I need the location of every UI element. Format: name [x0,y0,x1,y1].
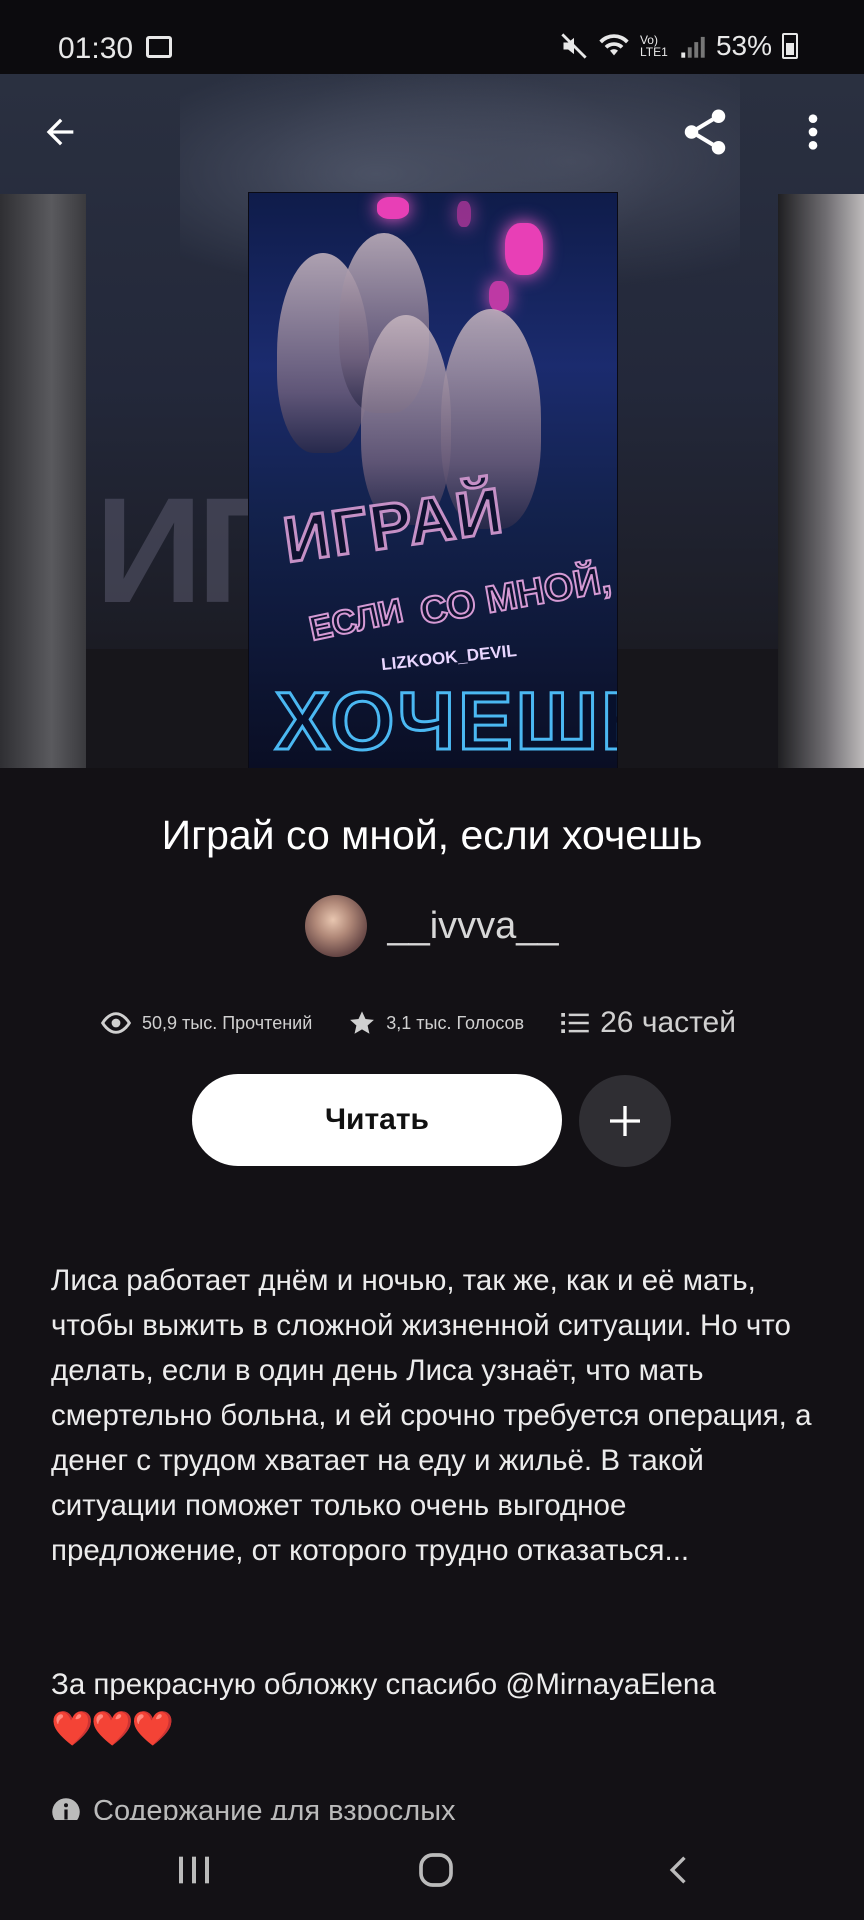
status-bar: 01:30 Vo) LTE1 53% [0,0,864,74]
home-button[interactable] [376,1820,496,1920]
cover-author-tag: LIZKOOK_DEVIL [380,640,518,675]
next-cover[interactable] [778,194,864,768]
reads-count: 50,9 тыс. Прочтений [142,1012,313,1033]
votes-count: 3,1 тыс. Голосов [386,1012,525,1033]
mute-icon [561,33,587,59]
recent-apps-icon [179,1856,209,1884]
cover-title-line: ИГРАЙ [278,472,510,577]
mature-content-text: Содержание для взрослых [93,1795,456,1821]
battery-icon [782,33,798,59]
parts-count[interactable]: 26 частей [600,1006,736,1040]
chevron-left-icon [669,1856,686,1884]
read-button[interactable]: Читать [192,1074,562,1166]
cover-title-line: СО МНОЙ, [416,558,615,635]
story-description: Лиса работает днём и ночью, так же, как … [51,1264,812,1567]
lantern-decoration [489,281,509,311]
wifi-icon [599,34,629,56]
mature-content-label: Содержание для взрослых [51,1795,456,1821]
story-title: Играй со мной, если хочешь [161,812,703,858]
system-back-button[interactable] [618,1820,738,1920]
author-name[interactable]: __ivvva__ [387,905,558,948]
info-icon [52,1797,80,1821]
home-icon [419,1853,453,1887]
gallery-notification-icon [146,36,172,58]
share-icon [684,109,726,155]
cover-carousel[interactable]: ИГ ИГРАЙ ЕСЛИ СО МНОЙ, LIZKOOK_DEVIL ХОЧ… [0,74,864,768]
eye-icon [100,1012,132,1034]
lantern-decoration [377,197,409,219]
cover-credit: За прекрасную обложку спасибо @MirnayaEl… [51,1662,821,1753]
star-icon [350,1011,375,1034]
list-icon [561,1013,589,1033]
story-cover[interactable]: ИГРАЙ ЕСЛИ СО МНОЙ, LIZKOOK_DEVIL ХОЧЕШЬ [248,192,618,768]
parts-stat[interactable]: 26 частей [560,1006,736,1040]
author-link[interactable]: __ivvva__ [0,895,864,957]
plus-icon [610,1106,640,1136]
cover-credit-text: За прекрасную обложку спасибо @MirnayaEl… [51,1668,716,1701]
cover-title-line: ХОЧЕШЬ [273,675,617,769]
system-navigation-bar [0,1820,864,1920]
cover-title-line: ЕСЛИ [305,591,408,650]
avatar[interactable] [305,895,368,957]
lantern-decoration [505,223,543,275]
status-indicators: Vo) LTE1 53% [560,30,798,62]
network-label: Vo) LTE1 [639,33,668,59]
previous-cover[interactable] [0,194,86,768]
battery-percent: 53% [715,30,772,61]
reads-stat: 50,9 тыс. Прочтений [100,1012,312,1034]
mature-content-row: Содержание для взрослых [0,1785,864,1821]
more-vertical-icon [808,114,818,150]
back-button[interactable] [28,100,92,164]
story-stats: 50,9 тыс. Прочтений 3,1 тыс. Голосов 26 … [100,1000,800,1046]
signal-icon [681,36,705,58]
status-time: 01:30 [58,32,134,65]
add-to-library-button[interactable] [579,1075,671,1167]
hearts-emoji: ❤️❤️❤️ [51,1710,174,1748]
more-options-button[interactable] [790,100,836,164]
arrow-left-icon [46,118,74,146]
lantern-decoration [457,201,471,227]
share-button[interactable] [670,100,740,164]
recent-apps-button[interactable] [134,1820,254,1920]
votes-stat: 3,1 тыс. Голосов [348,1009,524,1037]
